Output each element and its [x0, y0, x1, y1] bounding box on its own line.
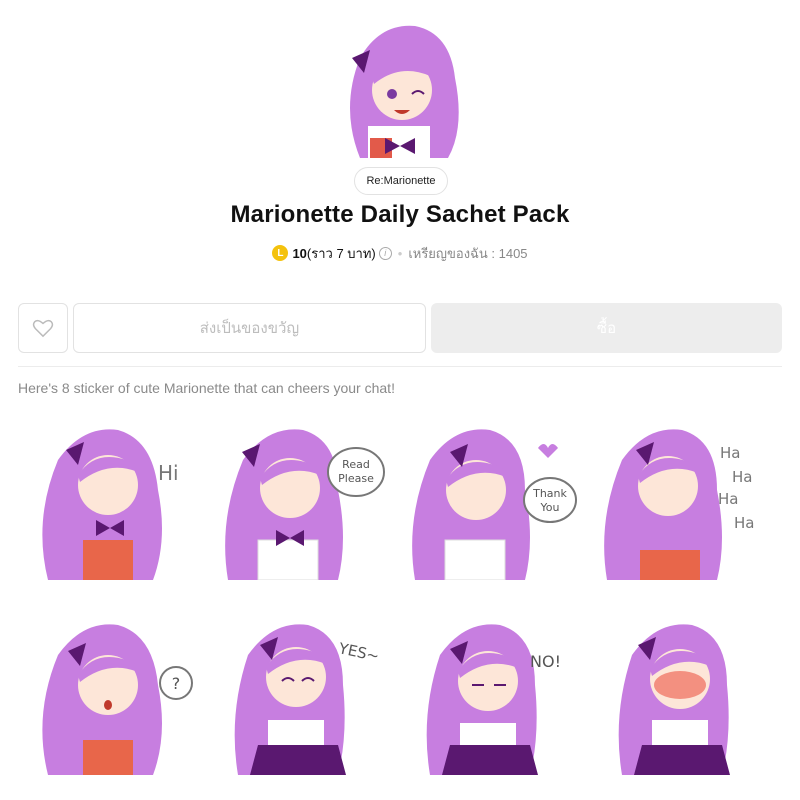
svg-text:Ha: Ha: [734, 514, 754, 532]
svg-text:Please: Please: [338, 472, 374, 485]
separator-dot: •: [397, 245, 403, 261]
sticker-question[interactable]: ?: [28, 615, 198, 775]
price-value: 10: [292, 245, 307, 261]
coin-balance: เหรียญของฉัน : 1405: [408, 245, 528, 261]
svg-text:YES~: YES~: [336, 639, 381, 665]
action-buttons: ส่งเป็นของขวัญ ซื้อ: [18, 303, 782, 353]
svg-text:NO!: NO!: [530, 652, 561, 671]
sticker-no[interactable]: NO!: [410, 615, 580, 775]
sticker-read-please[interactable]: Read Please: [218, 420, 388, 580]
sticker-hi[interactable]: Hi: [28, 420, 198, 580]
gift-button[interactable]: ส่งเป็นของขวัญ: [73, 303, 426, 353]
price-row: L 10 (ราว 7 บาท) i • เหรียญของฉัน : 1405: [0, 243, 800, 263]
sticker-ha-ha[interactable]: Ha Ha Ha Ha: [602, 420, 772, 580]
heart-icon: [32, 319, 54, 338]
page-title: Marionette Daily Sachet Pack: [230, 201, 570, 228]
buy-button[interactable]: ซื้อ: [431, 303, 782, 353]
sticker-yes[interactable]: YES~: [218, 615, 388, 775]
svg-text:Ha: Ha: [718, 490, 738, 508]
sticker-blush[interactable]: [602, 615, 772, 775]
svg-text:Ha: Ha: [732, 468, 752, 486]
svg-text:Read: Read: [342, 458, 370, 471]
info-icon[interactable]: i: [378, 246, 392, 260]
svg-text:?: ?: [172, 674, 181, 693]
author-link[interactable]: Re:Marionette: [354, 167, 448, 195]
like-button[interactable]: [18, 303, 68, 353]
main-sticker-image: [330, 18, 470, 159]
svg-text:Thank: Thank: [532, 487, 567, 500]
price-approx: (ราว 7 บาท): [306, 245, 376, 261]
description: Here's 8 sticker of cute Marionette that…: [18, 380, 395, 396]
coin-icon: L: [272, 245, 289, 261]
svg-text:Ha: Ha: [720, 444, 740, 462]
svg-text:You: You: [540, 501, 560, 514]
sticker-thank-you[interactable]: Thank You: [410, 420, 580, 580]
divider: [18, 366, 782, 367]
sticker-text: Hi: [158, 461, 179, 485]
